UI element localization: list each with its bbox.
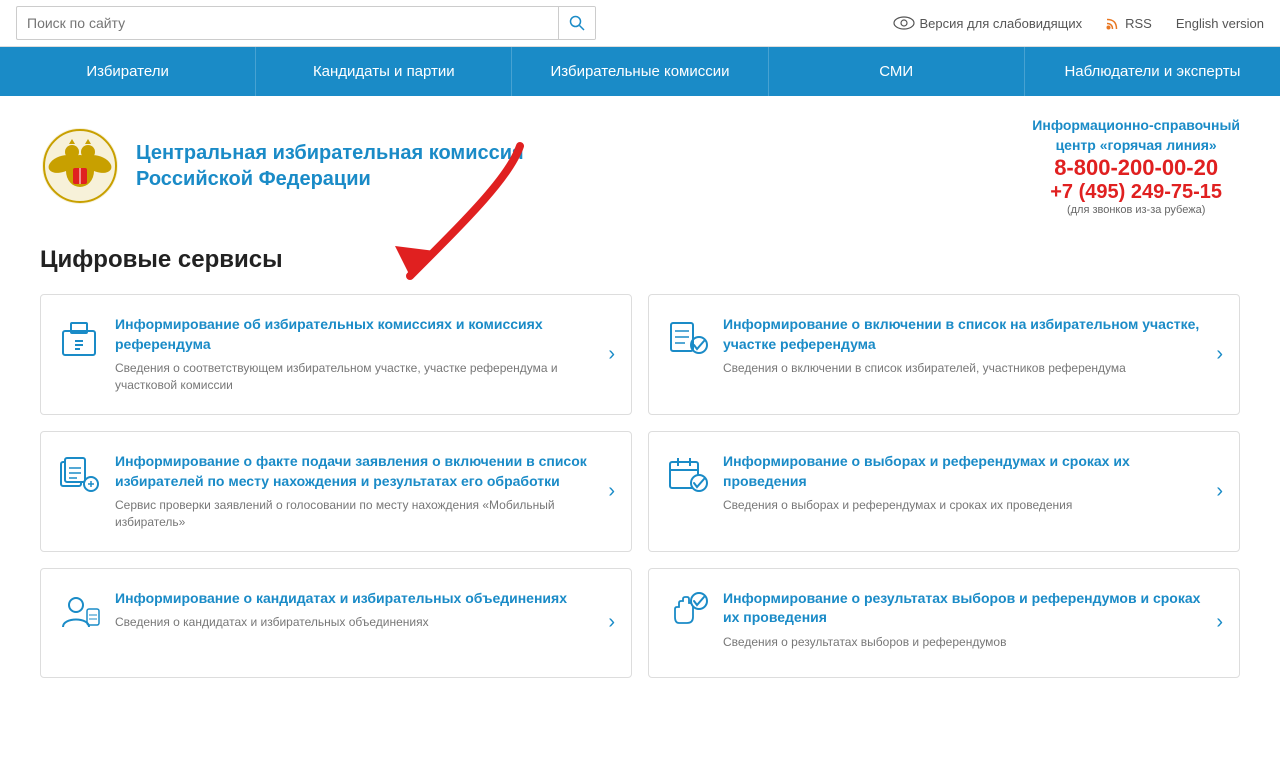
- card-5-desc: Сведения о кандидатах и избирательных об…: [115, 614, 594, 631]
- nav-item-voters[interactable]: Избиратели: [0, 47, 256, 96]
- cards-grid: Информирование об избирательных комиссия…: [40, 294, 1240, 678]
- service-card-5[interactable]: Информирование о кандидатах и избиратель…: [40, 568, 632, 678]
- card-3-title: Информирование о факте подачи заявления …: [115, 452, 594, 491]
- hotline-section: Информационно-справочный центр «горячая …: [1032, 116, 1240, 216]
- org-name-line1: Центральная избирательная комиссия: [136, 140, 524, 166]
- card-5-body: Информирование о кандидатах и избиратель…: [115, 589, 594, 631]
- card-6-arrow: ›: [1216, 611, 1223, 634]
- search-input[interactable]: [17, 15, 558, 31]
- ballot-box-icon: [57, 315, 101, 359]
- card-6-title: Информирование о результатах выборов и р…: [723, 589, 1202, 628]
- card-1-desc: Сведения о соответствующем избирательном…: [115, 360, 594, 394]
- card-2-body: Информирование о включении в список на и…: [723, 315, 1202, 377]
- nav-item-candidates[interactable]: Кандидаты и партии: [256, 47, 512, 96]
- card-3-arrow: ›: [608, 480, 615, 503]
- card-4-body: Информирование о выборах и референдумах …: [723, 452, 1202, 514]
- hotline-phone1: 8-800-200-00-20: [1032, 155, 1240, 181]
- card-6-body: Информирование о результатах выборов и р…: [723, 589, 1202, 651]
- search-button[interactable]: [558, 7, 595, 39]
- card-2-title: Информирование о включении в список на и…: [723, 315, 1202, 354]
- top-right-links: Версия для слабовидящих RSS English vers…: [893, 16, 1265, 31]
- service-card-3[interactable]: Информирование о факте подачи заявления …: [40, 431, 632, 552]
- org-name-line2: Российской Федерации: [136, 166, 524, 192]
- nav-item-commissions[interactable]: Избирательные комиссии: [512, 47, 768, 96]
- logo-emblem: [40, 126, 120, 206]
- doc-list-icon: [57, 452, 101, 496]
- service-card-4[interactable]: Информирование о выборах и референдумах …: [648, 431, 1240, 552]
- nav-item-media[interactable]: СМИ: [769, 47, 1025, 96]
- person-card-icon: [57, 589, 101, 633]
- section-header-wrapper: Цифровые сервисы: [40, 246, 1240, 274]
- card-1-title: Информирование об избирательных комиссия…: [115, 315, 594, 354]
- card-1-arrow: ›: [608, 343, 615, 366]
- card-4-desc: Сведения о выборах и референдумах и срок…: [723, 497, 1202, 514]
- card-3-desc: Сервис проверки заявлений о голосовании …: [115, 497, 594, 531]
- card-4-arrow: ›: [1216, 480, 1223, 503]
- card-4-title: Информирование о выборах и референдумах …: [723, 452, 1202, 491]
- vision-label: Версия для слабовидящих: [920, 16, 1083, 31]
- hotline-label-line1: Информационно-справочный: [1032, 116, 1240, 136]
- content-area: Цифровые сервисы Информирование об избир…: [0, 236, 1280, 698]
- card-1-body: Информирование об избирательных комиссия…: [115, 315, 594, 394]
- card-3-body: Информирование о факте подачи заявления …: [115, 452, 594, 531]
- service-card-2[interactable]: Информирование о включении в список на и…: [648, 294, 1240, 415]
- card-5-title: Информирование о кандидатах и избиратель…: [115, 589, 594, 609]
- calendar-check-icon: [665, 452, 709, 496]
- logo-section: Центральная избирательная комиссия Росси…: [40, 126, 524, 206]
- vision-link[interactable]: Версия для слабовидящих: [893, 16, 1083, 31]
- service-card-1[interactable]: Информирование об избирательных комиссия…: [40, 294, 632, 415]
- card-2-desc: Сведения о включении в список избирателе…: [723, 360, 1202, 377]
- top-bar: Версия для слабовидящих RSS English vers…: [0, 0, 1280, 47]
- card-2-arrow: ›: [1216, 343, 1223, 366]
- rss-link[interactable]: RSS: [1106, 16, 1152, 31]
- nav-item-observers[interactable]: Наблюдатели и эксперты: [1025, 47, 1280, 96]
- hotline-phone2: +7 (495) 249-75-15: [1032, 181, 1240, 204]
- rss-label: RSS: [1125, 16, 1152, 31]
- card-5-arrow: ›: [608, 611, 615, 634]
- section-title: Цифровые сервисы: [40, 246, 1240, 274]
- header-area: Центральная избирательная комиссия Росси…: [0, 96, 1280, 236]
- main-navigation: Избиратели Кандидаты и партии Избиратель…: [0, 47, 1280, 96]
- english-link[interactable]: English version: [1176, 16, 1264, 31]
- search-wrapper: [16, 6, 596, 40]
- hand-vote-icon: [665, 589, 709, 633]
- hotline-note: (для звонков из-за рубежа): [1032, 204, 1240, 216]
- hotline-label-line2: центр «горячая линия»: [1032, 136, 1240, 156]
- list-check-icon: [665, 315, 709, 359]
- org-name: Центральная избирательная комиссия Росси…: [136, 140, 524, 192]
- service-card-6[interactable]: Информирование о результатах выборов и р…: [648, 568, 1240, 678]
- card-6-desc: Сведения о результатах выборов и референ…: [723, 634, 1202, 651]
